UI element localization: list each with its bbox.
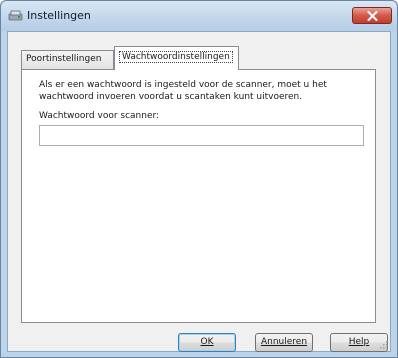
ok-button[interactable]: OK <box>178 333 236 352</box>
tab-password-settings-label: Wachtwoordinstellingen <box>119 51 233 63</box>
dialog-client-area: Poortinstellingen Wachtwoordinstellingen… <box>7 31 391 352</box>
password-input[interactable] <box>39 125 364 146</box>
password-description: Als er een wachtwoord is ingesteld voor … <box>39 80 327 102</box>
scanner-settings-icon <box>8 10 23 21</box>
password-field-label: Wachtwoord voor scanner: <box>39 111 160 121</box>
tab-password-settings[interactable]: Wachtwoordinstellingen <box>114 46 239 70</box>
close-button[interactable] <box>352 7 392 24</box>
window-title: Instellingen <box>27 9 91 22</box>
resize-grip-icon[interactable] <box>378 339 388 349</box>
title-bar[interactable]: Instellingen <box>1 1 397 31</box>
tab-port-settings[interactable]: Poortinstellingen <box>21 50 114 69</box>
password-settings-panel: Als er een wachtwoord is ingesteld voor … <box>21 69 376 323</box>
cancel-button-label: Annuleren <box>260 337 308 347</box>
help-button-label: Help <box>348 337 370 347</box>
settings-dialog: Instellingen Poortinstellingen Wachtwoor… <box>0 0 398 358</box>
ok-button-label: OK <box>200 337 214 347</box>
cancel-button[interactable]: Annuleren <box>255 333 313 352</box>
close-icon <box>367 11 378 21</box>
